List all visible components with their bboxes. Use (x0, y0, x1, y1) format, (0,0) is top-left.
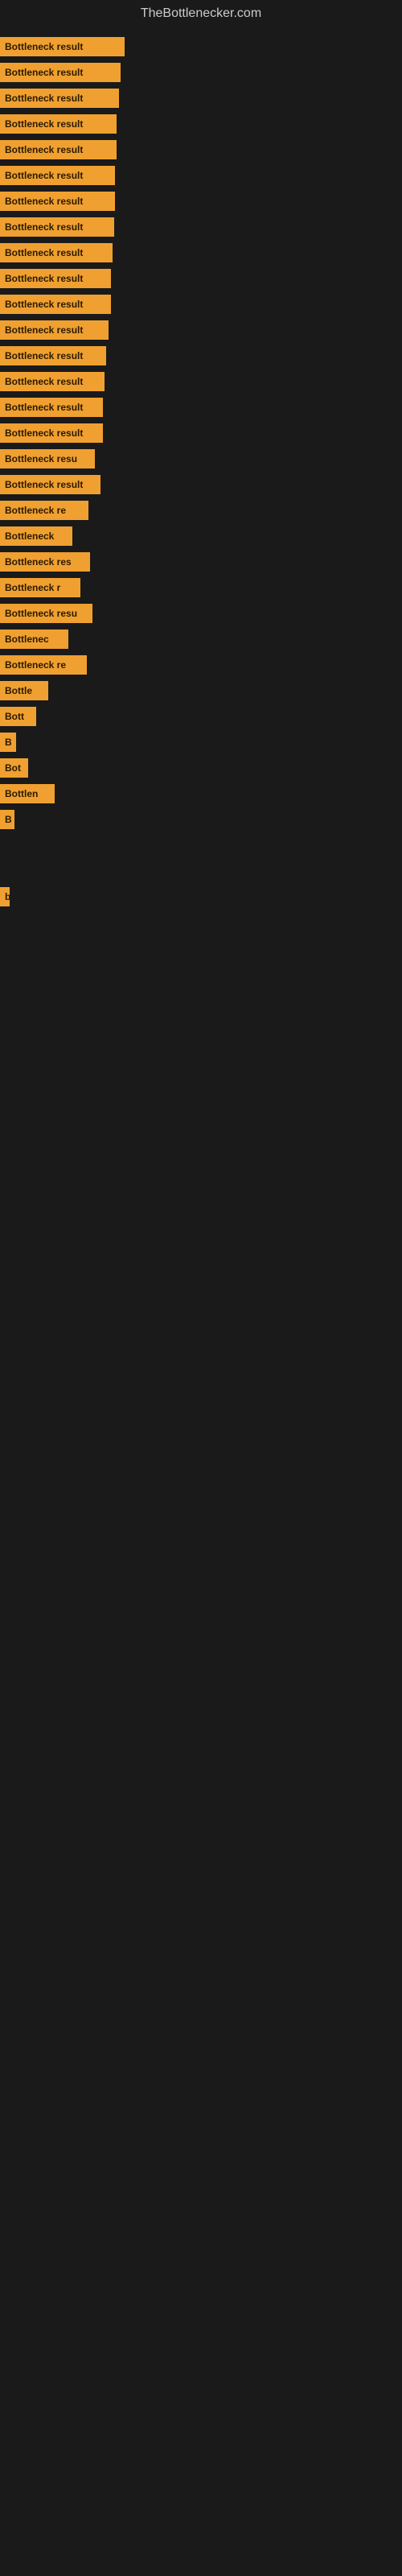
bar-row: Bottleneck (0, 525, 402, 547)
bottleneck-bar: Bottleneck resu (0, 604, 92, 623)
bar-row: Bottlenec (0, 628, 402, 650)
bottleneck-bar: Bottleneck result (0, 63, 121, 82)
bar-row (0, 989, 402, 1011)
bottleneck-bar: Bott (0, 707, 36, 726)
site-title: TheBottlenecker.com (0, 0, 402, 27)
bar-row (0, 834, 402, 857)
bottleneck-bar: Bottleneck result (0, 89, 119, 108)
bar-row: b (0, 886, 402, 908)
bottleneck-bar: Bottleneck result (0, 140, 117, 159)
bar-row: Bottleneck resu (0, 602, 402, 625)
bar-row: Bottleneck result (0, 87, 402, 109)
bar-row: Bot (0, 757, 402, 779)
bar-row: Bottleneck result (0, 35, 402, 58)
bar-row: Bottleneck result (0, 319, 402, 341)
bottleneck-bar: Bottleneck result (0, 423, 103, 443)
bottleneck-bar: Bottleneck (0, 526, 72, 546)
bottleneck-bar: Bottleneck res (0, 552, 90, 572)
bar-row: Bottleneck result (0, 216, 402, 238)
bar-row: B (0, 731, 402, 753)
bottleneck-bar: Bottleneck result (0, 320, 109, 340)
bottleneck-bar: Bottleneck resu (0, 449, 95, 469)
bar-row: Bottleneck result (0, 61, 402, 84)
bar-row: Bottleneck result (0, 138, 402, 161)
bar-row: Bottleneck re (0, 499, 402, 522)
bar-row: Bottleneck result (0, 396, 402, 419)
bottleneck-bar: Bottleneck result (0, 243, 113, 262)
bottleneck-bar: Bottle (0, 681, 48, 700)
bar-row: Bottleneck result (0, 267, 402, 290)
bar-row (0, 911, 402, 934)
bar-row: Bottleneck r (0, 576, 402, 599)
bar-row: Bottlen (0, 782, 402, 805)
bar-row (0, 963, 402, 985)
bottleneck-bar: Bottleneck result (0, 114, 117, 134)
bottleneck-bar: Bottleneck r (0, 578, 80, 597)
bar-row: Bottle (0, 679, 402, 702)
bar-row: Bott (0, 705, 402, 728)
bottleneck-bar: Bottleneck result (0, 192, 115, 211)
bars-container: Bottleneck result Bottleneck result Bottle… (0, 27, 402, 1022)
bottleneck-bar: Bottleneck result (0, 372, 105, 391)
bar-row: Bottleneck result (0, 370, 402, 393)
bar-row: Bottleneck result (0, 242, 402, 264)
bottleneck-bar: Bot (0, 758, 28, 778)
bottleneck-bar: Bottleneck result (0, 398, 103, 417)
bar-row: Bottleneck result (0, 164, 402, 187)
bar-row: B (0, 808, 402, 831)
bar-row: Bottleneck re (0, 654, 402, 676)
bottleneck-bar: Bottleneck result (0, 269, 111, 288)
bottleneck-bar: Bottleneck result (0, 217, 114, 237)
bar-row: Bottleneck result (0, 113, 402, 135)
bottleneck-bar: Bottleneck re (0, 501, 88, 520)
bar-row: Bottleneck result (0, 422, 402, 444)
bottleneck-bar: Bottleneck result (0, 37, 125, 56)
bottleneck-bar: B (0, 733, 16, 752)
bottleneck-bar: Bottleneck result (0, 475, 100, 494)
bottleneck-bar: Bottleneck result (0, 166, 115, 185)
bar-row: Bottleneck result (0, 190, 402, 213)
bar-row (0, 937, 402, 960)
bottleneck-bar: Bottleneck result (0, 346, 106, 365)
bar-row: Bottleneck res (0, 551, 402, 573)
bar-row: Bottleneck resu (0, 448, 402, 470)
bar-row: Bottleneck result (0, 345, 402, 367)
bottleneck-bar: Bottlen (0, 784, 55, 803)
bottleneck-bar: Bottleneck result (0, 295, 111, 314)
bar-row (0, 860, 402, 882)
bottleneck-bar: B (0, 810, 14, 829)
bottleneck-bar: b (0, 887, 10, 906)
bottleneck-bar: Bottlenec (0, 630, 68, 649)
bar-row: Bottleneck result (0, 293, 402, 316)
bar-row: Bottleneck result (0, 473, 402, 496)
bottleneck-bar: Bottleneck re (0, 655, 87, 675)
